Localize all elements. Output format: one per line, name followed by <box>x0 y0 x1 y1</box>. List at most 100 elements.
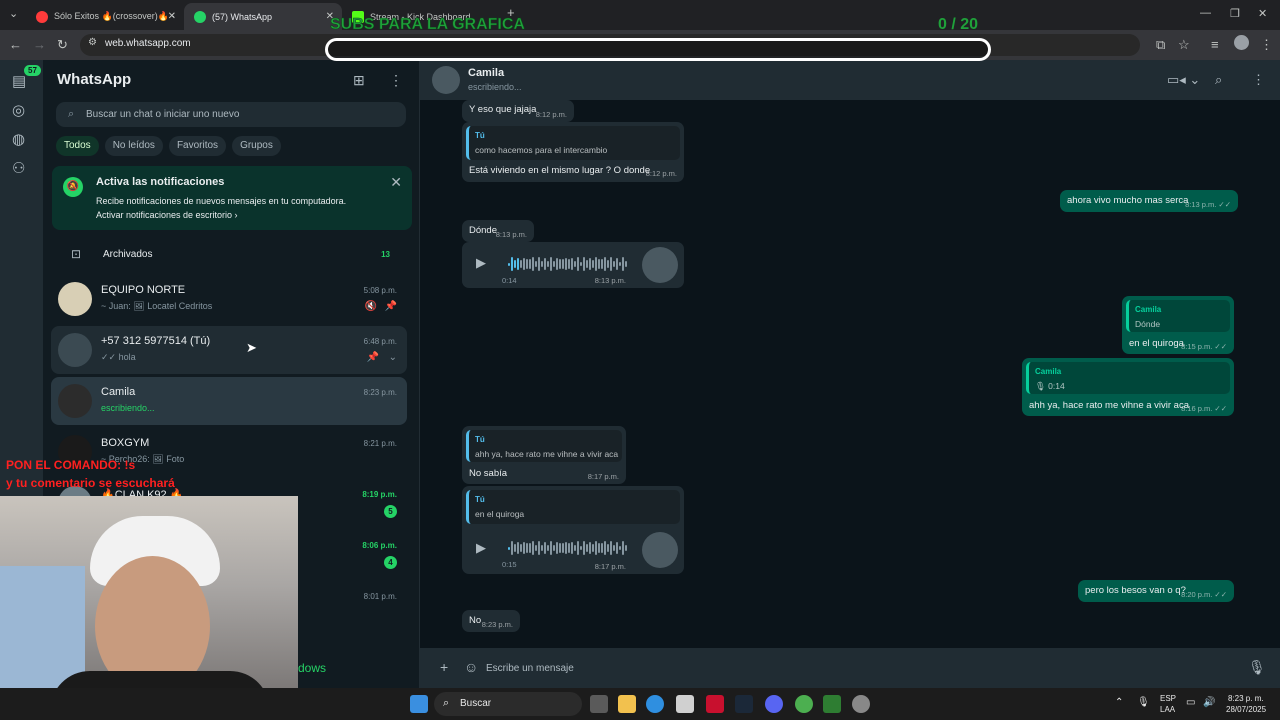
tray-chevron-icon[interactable]: ⌃ <box>1115 697 1123 708</box>
minecraft-icon[interactable] <box>823 695 841 713</box>
filter-all[interactable]: Todos <box>56 136 99 156</box>
discord-icon[interactable] <box>765 695 783 713</box>
close-tab-icon[interactable]: ✕ <box>168 11 176 22</box>
waveform-bar <box>613 544 615 552</box>
waveform-bar <box>598 259 600 269</box>
lang-line1[interactable]: ESP <box>1160 694 1176 703</box>
voice-message[interactable]: ▶ 0:14 8:13 p.m. <box>462 242 684 288</box>
chat-search[interactable]: ⌕ <box>56 102 406 127</box>
audio-waveform[interactable] <box>508 540 628 556</box>
contact-name[interactable]: Camila <box>468 67 504 79</box>
channels-icon[interactable]: ◍ <box>12 130 25 148</box>
webcam-overlay <box>0 496 298 720</box>
chat-header[interactable]: Camila escribiendo... ▭◂ ⌄ ⌕ ⋮ <box>420 60 1280 100</box>
menu-icon[interactable]: ⋮ <box>389 72 403 89</box>
message-in[interactable]: Dónde 8:13 p.m. <box>462 220 534 242</box>
taskbar-search[interactable]: ⌕ Buscar <box>434 692 582 716</box>
bookmark-star-icon[interactable]: ☆ <box>1178 37 1190 53</box>
enable-notifications-link[interactable]: Activar notificaciones de escritorio › <box>96 210 238 220</box>
app-icon[interactable] <box>706 695 724 713</box>
steam-icon[interactable] <box>735 695 753 713</box>
waveform-bar <box>508 262 510 266</box>
back-icon[interactable]: ← <box>9 37 22 52</box>
message-input[interactable] <box>486 656 1226 680</box>
bell-off-icon: 🔕 <box>63 177 83 197</box>
start-icon[interactable] <box>410 695 428 713</box>
play-icon[interactable]: ▶ <box>476 540 486 556</box>
quoted-message[interactable]: Camila Dónde <box>1126 300 1230 332</box>
waveform-bar <box>589 541 591 555</box>
tab-search-chevron-icon[interactable]: ⌄ <box>9 7 18 20</box>
chrome-icon[interactable] <box>795 695 813 713</box>
contact-avatar[interactable] <box>432 66 460 94</box>
filter-unread[interactable]: No leídos <box>104 136 163 156</box>
mic-tray-icon[interactable]: 🎙 <box>1137 697 1150 708</box>
audio-waveform[interactable] <box>508 256 628 272</box>
chats-icon[interactable]: ▤ <box>12 72 26 90</box>
volume-icon[interactable]: 🔊 <box>1203 697 1215 708</box>
chevron-down-icon[interactable]: ⌄ <box>389 352 397 363</box>
media-controls-icon[interactable]: ≡ <box>1211 37 1219 52</box>
quoted-message[interactable]: Tú como hacemos para el intercambio <box>466 126 680 160</box>
task-view-icon[interactable] <box>590 695 608 713</box>
message-in-reply[interactable]: Tú ahh ya, hace rato me vihne a vivir ac… <box>462 426 626 484</box>
message-out-reply[interactable]: Camila Dónde en el quiroga 8:15 p.m. ✓✓ <box>1122 296 1234 354</box>
waveform-bar <box>532 257 534 271</box>
clock-time[interactable]: 8:23 p. m. <box>1228 694 1264 703</box>
attach-plus-icon[interactable]: + <box>440 659 448 675</box>
waveform-bar <box>562 258 564 270</box>
microphone-icon[interactable]: 🎙 <box>1248 659 1266 676</box>
search-input[interactable] <box>86 105 386 124</box>
chat-row-self[interactable]: +57 312 5977514 (Tú) ✓✓ hola 6:48 p.m. 📌… <box>51 326 407 374</box>
site-info-icon[interactable]: ⚙ <box>88 37 97 48</box>
quoted-message[interactable]: Tú en el quiroga <box>466 490 680 524</box>
message-in-reply[interactable]: Tú como hacemos para el intercambio Está… <box>462 122 684 182</box>
obs-icon[interactable] <box>852 695 870 713</box>
tab-whatsapp[interactable]: (57) WhatsApp ✕ <box>184 3 342 30</box>
status-icon[interactable]: ◎ <box>12 101 25 119</box>
chat-row-equipo-norte[interactable]: EQUIPO NORTE ~ Juan: 🖼 Locatel Cedritos … <box>51 275 407 323</box>
waveform-bar <box>511 257 513 271</box>
chat-row-camila[interactable]: Camila escribiendo... 8:23 p.m. <box>51 377 407 425</box>
reload-icon[interactable]: ↻ <box>57 37 68 53</box>
new-chat-icon[interactable]: ⊞ <box>353 72 365 89</box>
edge-icon[interactable] <box>646 695 664 713</box>
maximize-icon[interactable]: ❐ <box>1230 7 1240 20</box>
waveform-bar <box>517 257 519 271</box>
stream-command-line2: y tu comentario se escuchará <box>6 476 175 490</box>
menu-icon[interactable]: ⋮ <box>1252 72 1265 88</box>
message-out[interactable]: pero los besos van o q? 8:20 p.m. ✓✓ <box>1078 580 1234 602</box>
close-icon[interactable]: ✕ <box>390 174 402 191</box>
chat-name: Camila <box>101 386 136 398</box>
forward-icon[interactable]: → <box>33 37 46 52</box>
store-icon[interactable] <box>676 695 694 713</box>
filter-favorites[interactable]: Favoritos <box>168 136 227 156</box>
file-explorer-icon[interactable] <box>618 695 636 713</box>
minimize-icon[interactable]: — <box>1200 7 1211 19</box>
communities-icon[interactable]: ⚇ <box>12 159 25 177</box>
quoted-message[interactable]: Camila 🎙 0:14 <box>1026 362 1230 394</box>
close-window-icon[interactable]: ✕ <box>1258 7 1267 20</box>
lang-line2[interactable]: LAA <box>1160 705 1175 714</box>
contact-status: escribiendo... <box>468 82 522 92</box>
browser-menu-icon[interactable]: ⋮ <box>1260 37 1273 53</box>
tab-solo-exitos[interactable]: Sólo Exitos 🔥(crossover)🔥 - ✕ <box>26 3 184 30</box>
message-time: 8:13 p.m. <box>594 276 626 285</box>
clock-date[interactable]: 28/07/2025 <box>1226 705 1266 714</box>
video-call-icon[interactable]: ▭◂ ⌄ <box>1167 72 1200 88</box>
quoted-message[interactable]: Tú ahh ya, hace rato me vihne a vivir ac… <box>466 430 622 462</box>
archived-row[interactable]: ⊡ Archivados 13 <box>43 240 413 270</box>
waveform-bar <box>520 543 522 553</box>
install-app-icon[interactable]: ⧉ <box>1156 37 1165 53</box>
play-icon[interactable]: ▶ <box>476 255 486 271</box>
sticker-icon[interactable]: ☺ <box>464 659 478 675</box>
search-icon[interactable]: ⌕ <box>1215 72 1222 88</box>
message-out[interactable]: ahora vivo mucho mas serca 8:13 p.m. ✓✓ <box>1060 190 1238 212</box>
network-icon[interactable]: ▭ <box>1186 697 1195 708</box>
filter-groups[interactable]: Grupos <box>232 136 281 156</box>
voice-message-reply[interactable]: Tú en el quiroga ▶ 0:15 8:17 p.m. <box>462 486 684 574</box>
message-in[interactable]: Y eso que jajaja 8:12 p.m. <box>462 100 574 122</box>
message-in[interactable]: No 8:23 p.m. <box>462 610 520 632</box>
profile-avatar[interactable] <box>1234 35 1249 50</box>
message-out-reply[interactable]: Camila 🎙 0:14 ahh ya, hace rato me vihne… <box>1022 358 1234 416</box>
